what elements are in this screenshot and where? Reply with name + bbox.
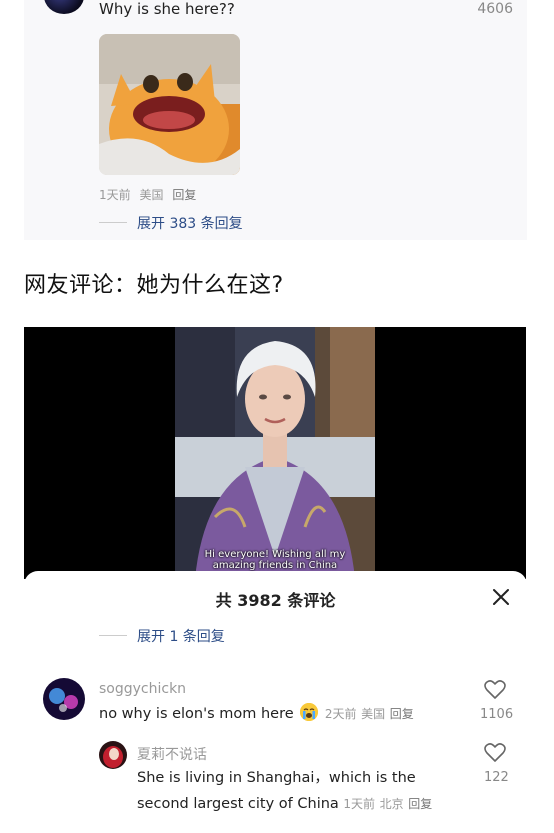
comment-text-line2-wrapper: second largest city of China 1天前 北京 回复 bbox=[137, 791, 432, 817]
comment-username[interactable]: 夏莉不说话 bbox=[137, 744, 207, 764]
avatar[interactable] bbox=[43, 678, 85, 720]
cat-sticker-image[interactable] bbox=[99, 34, 240, 175]
crying-face-emoji bbox=[300, 703, 319, 721]
comment-location: 美国 bbox=[361, 707, 386, 721]
comment-body: no why is elon's mom here bbox=[99, 706, 294, 722]
comment-location: 美国 bbox=[139, 188, 164, 202]
heart-outline-icon[interactable] bbox=[484, 680, 506, 700]
video-frame: Hi everyone! Wishing all my amazing frie… bbox=[175, 327, 375, 579]
reply-link[interactable]: 回复 bbox=[172, 188, 196, 202]
like-count: 1106 bbox=[480, 707, 514, 722]
comment-location: 北京 bbox=[379, 797, 404, 811]
like-count: 122 bbox=[484, 770, 509, 785]
comment-username[interactable]: soggychickn bbox=[99, 681, 186, 697]
video-player[interactable]: Hi everyone! Wishing all my amazing frie… bbox=[24, 327, 526, 579]
comment-time: 1天前 bbox=[343, 797, 376, 811]
comment-sheet: 共 3982 条评论 展开 1 条回复 soggychickn no why i… bbox=[24, 571, 527, 833]
avatar[interactable] bbox=[99, 741, 127, 769]
divider-line bbox=[99, 222, 127, 223]
top-comment-like-count: 4606 bbox=[477, 1, 513, 17]
top-comment-meta: 1天前 美国 回复 bbox=[99, 186, 201, 203]
comment-count-title: 共 3982 条评论 bbox=[215, 591, 336, 610]
expand-replies-link[interactable]: 展开 383 条回复 bbox=[137, 213, 243, 233]
reply-link[interactable]: 回复 bbox=[408, 797, 432, 811]
comment-time: 1天前 bbox=[99, 188, 131, 202]
comment-text-line1: She is living in Shanghai，which is the bbox=[137, 770, 416, 786]
reply-link[interactable]: 回复 bbox=[390, 707, 414, 721]
video-subtitle-line1: Hi everyone! Wishing all my bbox=[204, 549, 346, 560]
comment-time: 2天前 bbox=[324, 707, 357, 721]
comment-text: no why is elon's mom here 2天前 美国 回复 bbox=[99, 701, 414, 727]
expand-replies-link[interactable]: 展开 1 条回复 bbox=[137, 626, 225, 646]
comment-text-line2: second largest city of China bbox=[137, 796, 339, 812]
video-subtitle-line2: amazing friends in China bbox=[212, 560, 338, 571]
top-comment-text: Why is she here?? bbox=[99, 0, 235, 18]
close-icon[interactable] bbox=[491, 587, 511, 607]
heart-outline-icon[interactable] bbox=[484, 743, 506, 763]
article-heading: 网友评论：她为什么在这? bbox=[24, 273, 284, 298]
divider-line bbox=[99, 635, 127, 636]
